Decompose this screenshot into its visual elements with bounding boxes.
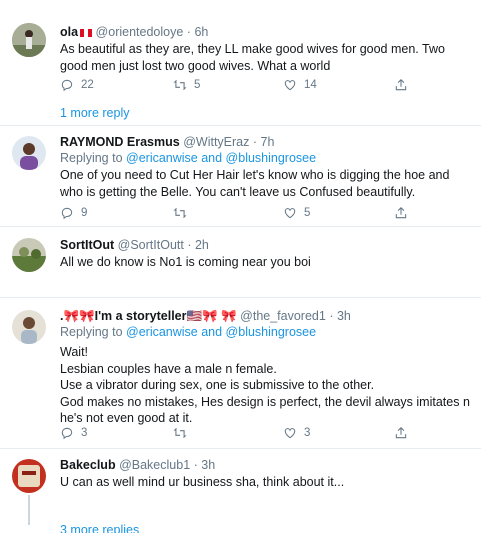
tweet-3[interactable]: SortItOut @SortItOutt · 2h All we do kno… [0,227,481,297]
tweet-header: ola @orientedoloye · 6h [60,25,209,39]
timestamp[interactable]: 2h [195,238,209,252]
tweet-text: As beautiful as they are, they LL make g… [60,42,445,73]
tweet-5[interactable]: Bakeclub @Bakeclub1 · 3h U can as well m… [0,449,481,533]
timestamp[interactable]: 6h [194,25,208,39]
replying-to-users[interactable]: @ericanwise and @blushingrosee [126,325,316,339]
reply-button[interactable]: 9 [60,206,87,220]
retweet-icon [173,427,187,439]
display-name[interactable]: Bakeclub [60,458,116,472]
like-button[interactable]: 14 [283,78,317,92]
avatar-image [12,23,46,57]
retweet-icon [173,207,187,219]
tweet-2[interactable]: RAYMOND Erasmus @WittyEraz · 7h Replying… [0,126,481,226]
timestamp[interactable]: 7h [261,135,275,149]
like-button[interactable]: 5 [283,206,310,220]
avatar-image [12,238,46,272]
retweet-button[interactable] [173,206,194,220]
tweet-header: SortItOut @SortItOutt · 2h [60,238,209,252]
avatar[interactable] [12,238,46,272]
share-icon [395,207,407,219]
heart-icon [284,80,296,91]
tweet-text: All we do know is No1 is coming near you… [60,255,311,269]
timestamp[interactable]: 3h [201,458,215,472]
avatar[interactable] [12,136,46,170]
user-handle[interactable]: @SortItOutt [118,238,184,252]
retweet-button[interactable] [173,426,194,440]
tweet-header: RAYMOND Erasmus @WittyEraz · 7h [60,135,275,149]
replying-to: Replying to @ericanwise and @blushingros… [60,325,317,339]
share-button[interactable] [394,78,408,92]
replying-to-users[interactable]: @ericanwise and @blushingrosee [126,151,316,165]
reply-icon [61,427,73,440]
tweet-header: .🎀🎀I'm a storyteller🇺🇸🎀 🎀 @the_favored1 … [60,309,351,323]
display-name[interactable]: RAYMOND Erasmus [60,135,180,149]
tweet-header: Bakeclub @Bakeclub1 · 3h [60,458,216,472]
share-icon [395,427,407,439]
avatar[interactable] [12,459,46,493]
replying-to: Replying to @ericanwise and @blushingros… [60,151,317,165]
share-button[interactable] [394,426,408,440]
like-button[interactable]: 3 [283,426,310,440]
user-handle[interactable]: @WittyEraz [183,135,249,149]
tweet-actions: 22 5 14 [60,78,460,94]
tweet-text: Wait! Lesbian couples have a male n fema… [60,345,470,425]
display-name[interactable]: .🎀🎀I'm a storyteller🇺🇸🎀 🎀 [60,309,237,323]
avatar[interactable] [12,23,46,57]
show-more-replies-link[interactable]: 1 more reply [60,106,129,120]
reply-icon [61,207,73,220]
tweet-1[interactable]: ola @orientedoloye · 6h As beautiful as … [0,0,481,126]
heart-icon [284,428,296,439]
heart-icon [284,208,296,219]
reply-button[interactable]: 22 [60,78,94,92]
tweet-actions: 3 3 [60,426,460,442]
avatar[interactable] [12,310,46,344]
share-button[interactable] [394,206,408,220]
show-more-replies-link[interactable]: 3 more replies [60,523,139,533]
tweet-4[interactable]: .🎀🎀I'm a storyteller🇺🇸🎀 🎀 @the_favored1 … [0,298,481,448]
reply-icon [61,79,73,92]
timestamp[interactable]: 3h [337,309,351,323]
retweet-button[interactable]: 5 [173,78,200,92]
avatar-image [12,459,46,493]
flag-icon [80,25,93,37]
tweet-actions: 9 5 [60,206,460,222]
display-name[interactable]: SortItOut [60,238,114,252]
tweet-text: U can as well mind ur business sha, thin… [60,475,345,489]
reply-button[interactable]: 3 [60,426,87,440]
share-icon [395,79,407,91]
avatar-image [12,310,46,344]
retweet-icon [173,79,187,91]
avatar-image [12,136,46,170]
tweet-text: One of you need to Cut Her Hair let's kn… [60,168,450,199]
display-name[interactable]: ola [60,25,78,39]
user-handle[interactable]: @the_favored1 [240,309,326,323]
thread-line [28,495,30,525]
user-handle[interactable]: @orientedoloye [96,25,184,39]
user-handle[interactable]: @Bakeclub1 [119,458,190,472]
